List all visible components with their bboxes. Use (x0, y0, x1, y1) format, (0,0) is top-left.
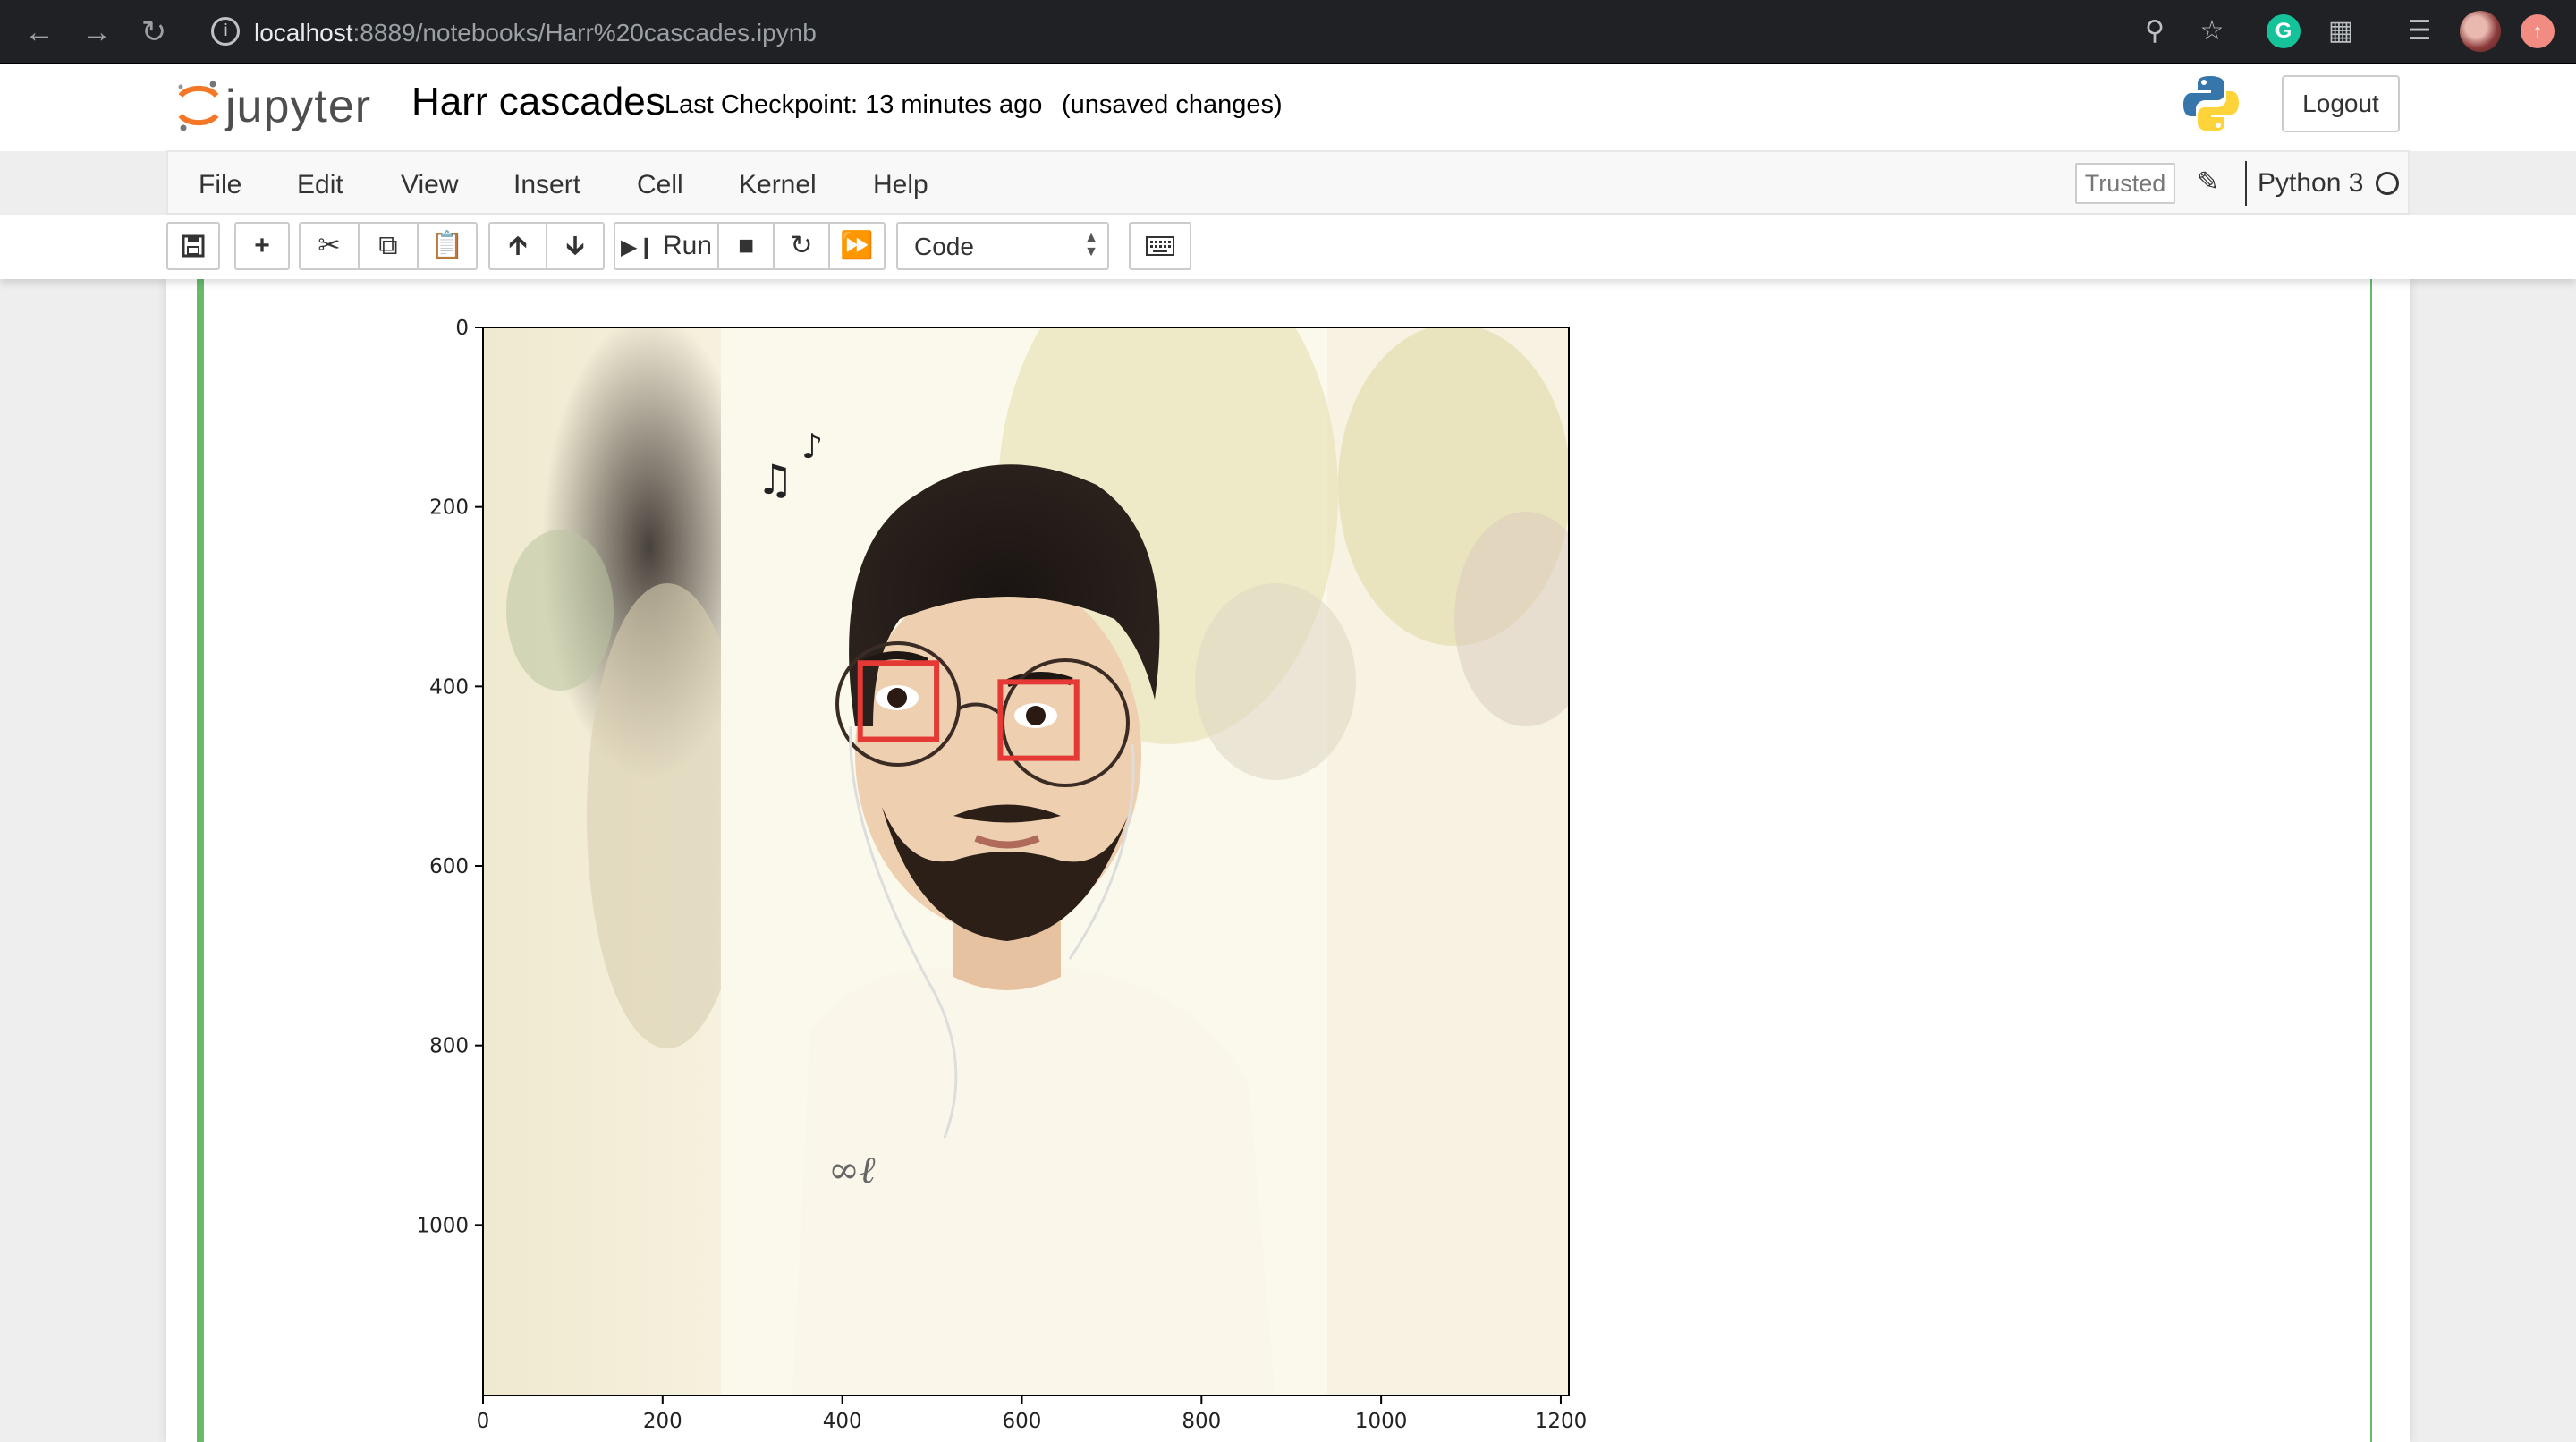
run-step-icon: ▶❙ (621, 235, 656, 259)
kernel-separator (2245, 161, 2247, 206)
y-tick-label: 800 (429, 1035, 469, 1058)
clipboard-group: ✂ ⧉ 📋 (299, 222, 478, 270)
trusted-indicator[interactable]: Trusted (2075, 163, 2175, 204)
y-tick-label: 0 (455, 317, 469, 340)
x-tick-label: 200 (643, 1410, 682, 1433)
media-queue-icon[interactable]: ☰ (2402, 14, 2436, 48)
jupyter-wordmark: jupyter (225, 81, 372, 132)
bookmark-star-icon[interactable]: ☆ (2195, 14, 2229, 48)
cell-type-select[interactable]: Code ▲ ▼ (896, 222, 1109, 270)
insert-group: + (234, 222, 290, 270)
kernel-idle-icon (2376, 172, 2399, 195)
notebook-title[interactable]: Harr cascades (411, 80, 665, 124)
menu-edit[interactable]: Edit (297, 170, 343, 200)
insert-cell-plus-icon[interactable]: + (236, 224, 288, 268)
reload-icon[interactable]: ↻ (134, 13, 174, 52)
menu-kernel[interactable]: Kernel (739, 170, 817, 200)
restart-run-all-icon[interactable]: ⏩ (830, 224, 884, 268)
select-updown-icon: ▲ ▼ (1084, 230, 1098, 259)
run-button[interactable]: ▶❙ Run (615, 224, 719, 268)
y-axis: 0 200 400 600 800 1000 (416, 317, 483, 1237)
move-group: 🡱 🡳 (488, 222, 605, 270)
menubar: File Edit View Insert Cell Kernel Help T… (166, 150, 2410, 215)
x-tick-label: 600 (1003, 1410, 1042, 1433)
update-icon[interactable]: ↑ (2521, 14, 2555, 48)
menu-file[interactable]: File (199, 170, 242, 200)
x-tick-label: 800 (1182, 1410, 1221, 1433)
x-tick-label: 400 (823, 1410, 862, 1433)
browser-toolbar: ← → ↻ i localhost:8889/notebooks/Harr%20… (0, 0, 2576, 64)
command-palette-group (1129, 222, 1191, 270)
interrupt-stop-icon[interactable]: ■ (719, 224, 775, 268)
site-info-icon[interactable]: i (211, 17, 240, 46)
menu-insert[interactable]: Insert (513, 170, 580, 200)
address-bar[interactable]: i localhost:8889/notebooks/Harr%20cascad… (195, 7, 2011, 55)
jupyter-logo[interactable]: jupyter (175, 76, 390, 139)
photo-image: ♫ ♪ ∞ℓ (483, 327, 1569, 1395)
x-tick-label: 0 (477, 1410, 490, 1433)
restart-icon[interactable]: ↻ (775, 224, 830, 268)
profile-avatar[interactable] (2460, 11, 2501, 52)
kernel-name[interactable]: Python 3 (2258, 168, 2363, 199)
notebook-toolbar: + ✂ ⧉ 📋 🡱 🡳 ▶❙ Run ■ ↻ ⏩ Code ▲ ▼ (0, 215, 2576, 279)
copy-icon[interactable]: ⧉ (360, 224, 419, 268)
paste-icon[interactable]: 📋 (419, 224, 476, 268)
svg-text:∞ℓ: ∞ℓ (828, 1148, 876, 1192)
menu-view[interactable]: View (401, 170, 458, 200)
y-tick-label: 1000 (416, 1214, 469, 1237)
move-down-arrow-icon[interactable]: 🡳 (547, 224, 603, 268)
run-label: Run (662, 231, 712, 260)
save-icon[interactable] (168, 224, 218, 268)
notebook-container: ♫ ♪ ∞ℓ 0 200 400 600 800 1000 1200 0 200… (166, 279, 2410, 1442)
keyboard-icon[interactable] (1131, 224, 1190, 268)
cut-scissors-icon[interactable]: ✂ (301, 224, 360, 268)
matplotlib-output-plot: ♫ ♪ ∞ℓ 0 200 400 600 800 1000 1200 02004… (416, 317, 1588, 1433)
y-tick-label: 200 (429, 496, 469, 520)
checkpoint-status: Last Checkpoint: 13 minutes ago (665, 90, 1043, 119)
logout-button[interactable]: Logout (2282, 75, 2400, 132)
back-arrow-icon[interactable]: ← (20, 13, 59, 52)
forward-arrow-icon[interactable]: → (77, 13, 116, 52)
url-text[interactable]: localhost:8889/notebooks/Harr%20cascades… (254, 19, 817, 47)
menu-help[interactable]: Help (873, 170, 928, 200)
cell-type-value: Code (914, 233, 974, 260)
edit-mode-pencil-icon: ✎ (2197, 167, 2220, 197)
menu-cell[interactable]: Cell (637, 170, 683, 200)
x-tick-label: 1000 (1355, 1410, 1408, 1433)
grammarly-extension-icon[interactable]: G (2267, 14, 2301, 48)
y-tick-label: 600 (429, 855, 469, 878)
move-up-arrow-icon[interactable]: 🡱 (490, 224, 547, 268)
autosave-status: (unsaved changes) (1062, 90, 1283, 119)
jupyter-logo-icon (178, 81, 219, 131)
zoom-icon[interactable]: ⚲ (2138, 14, 2172, 48)
run-group: ▶❙ Run ■ ↻ ⏩ (614, 222, 886, 270)
extension-icon[interactable]: ▦ (2324, 14, 2358, 48)
svg-text:♫: ♫ (757, 455, 793, 504)
svg-text:♪: ♪ (801, 427, 823, 466)
x-axis: 0 200 400 600 800 1000 1200 (477, 1395, 1588, 1433)
x-tick-label: 1200 (1535, 1410, 1588, 1433)
python-logo-icon (2182, 74, 2240, 133)
save-group (166, 222, 220, 270)
notebook-header: jupyter Harr cascades Last Checkpoint: 1… (0, 64, 2576, 151)
y-tick-label: 400 (429, 675, 469, 699)
